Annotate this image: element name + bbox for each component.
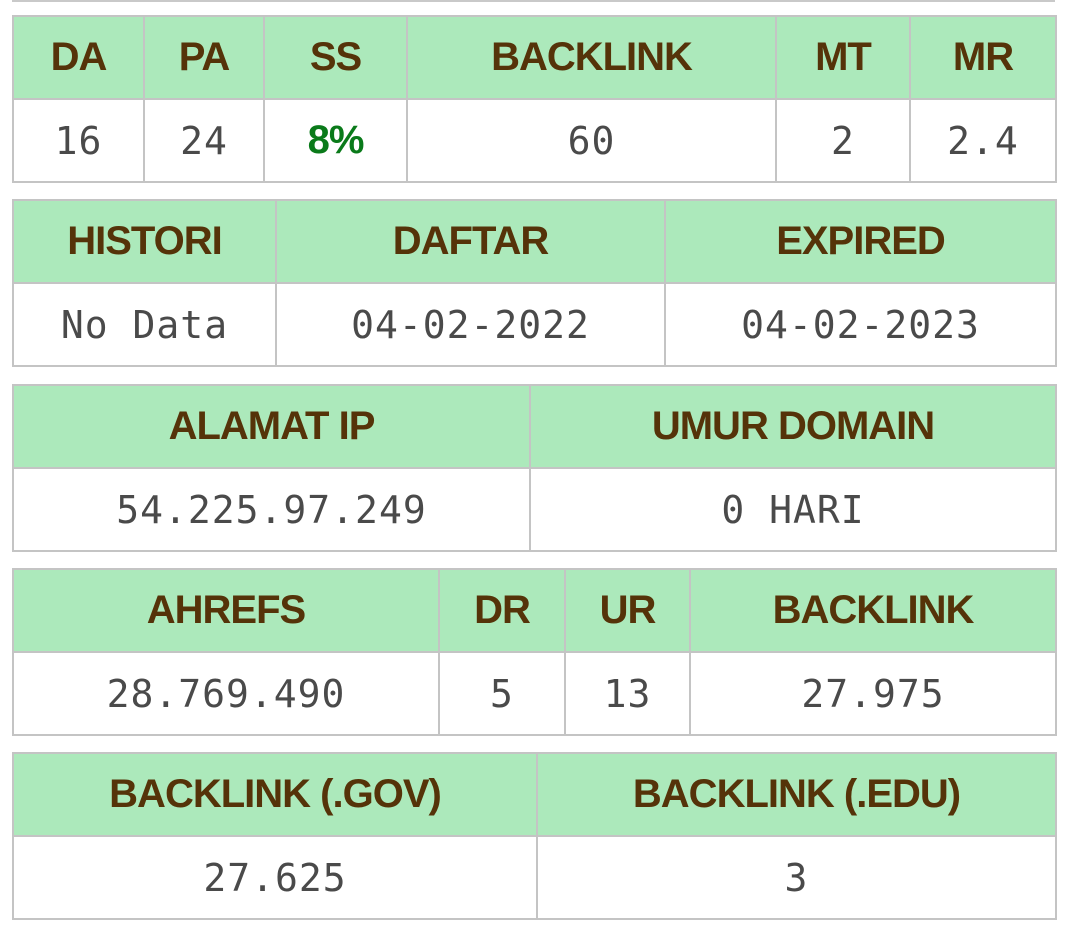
header-daftar: DAFTAR (275, 199, 666, 284)
value-umur-domain: 0 HARI (529, 467, 1057, 552)
value-backlink-edu: 3 (536, 835, 1057, 920)
metrics-table: DA PA SS BACKLINK MT MR 16 24 8% 60 2 2.… (12, 15, 1057, 183)
value-backlink-gov: 27.625 (12, 835, 538, 920)
special-backlinks-header-row: BACKLINK (.GOV) BACKLINK (.EDU) (12, 752, 1057, 837)
history-header-row: HISTORI DAFTAR EXPIRED (12, 199, 1057, 284)
value-mr: 2.4 (909, 98, 1057, 183)
header-ss: SS (263, 15, 408, 100)
header-pa: PA (143, 15, 265, 100)
ahrefs-value-row: 28.769.490 5 13 27.975 (12, 651, 1057, 736)
header-histori: HISTORI (12, 199, 277, 284)
value-dr: 5 (438, 651, 566, 736)
server-header-row: ALAMAT IP UMUR DOMAIN (12, 384, 1057, 469)
value-da: 16 (12, 98, 145, 183)
value-ss: 8% (263, 98, 408, 183)
metrics-value-row: 16 24 8% 60 2 2.4 (12, 98, 1057, 183)
value-mt: 2 (775, 98, 911, 183)
header-ahrefs: AHREFS (12, 568, 440, 653)
header-mt: MT (775, 15, 911, 100)
server-table: ALAMAT IP UMUR DOMAIN 54.225.97.249 0 HA… (12, 384, 1057, 552)
header-ahrefs-backlink: BACKLINK (689, 568, 1057, 653)
header-dr: DR (438, 568, 566, 653)
header-mr: MR (909, 15, 1057, 100)
value-alamat-ip: 54.225.97.249 (12, 467, 531, 552)
history-value-row: No Data 04-02-2022 04-02-2023 (12, 282, 1057, 367)
header-da: DA (12, 15, 145, 100)
value-daftar: 04-02-2022 (275, 282, 666, 367)
header-umur-domain: UMUR DOMAIN (529, 384, 1057, 469)
value-expired: 04-02-2023 (664, 282, 1057, 367)
metrics-header-row: DA PA SS BACKLINK MT MR (12, 15, 1057, 100)
value-ahrefs-backlink: 27.975 (689, 651, 1057, 736)
header-backlink: BACKLINK (406, 15, 777, 100)
header-backlink-gov: BACKLINK (.GOV) (12, 752, 538, 837)
header-expired: EXPIRED (664, 199, 1057, 284)
special-backlinks-table: BACKLINK (.GOV) BACKLINK (.EDU) 27.625 3 (12, 752, 1057, 920)
header-alamat-ip: ALAMAT IP (12, 384, 531, 469)
header-backlink-edu: BACKLINK (.EDU) (536, 752, 1057, 837)
top-divider (12, 0, 1055, 2)
special-backlinks-value-row: 27.625 3 (12, 835, 1057, 920)
value-histori: No Data (12, 282, 277, 367)
ahrefs-header-row: AHREFS DR UR BACKLINK (12, 568, 1057, 653)
header-ur: UR (564, 568, 691, 653)
server-value-row: 54.225.97.249 0 HARI (12, 467, 1057, 552)
value-pa: 24 (143, 98, 265, 183)
value-backlink: 60 (406, 98, 777, 183)
history-table: HISTORI DAFTAR EXPIRED No Data 04-02-202… (12, 199, 1057, 367)
ahrefs-table: AHREFS DR UR BACKLINK 28.769.490 5 13 27… (12, 568, 1057, 736)
value-ur: 13 (564, 651, 691, 736)
value-ahrefs: 28.769.490 (12, 651, 440, 736)
